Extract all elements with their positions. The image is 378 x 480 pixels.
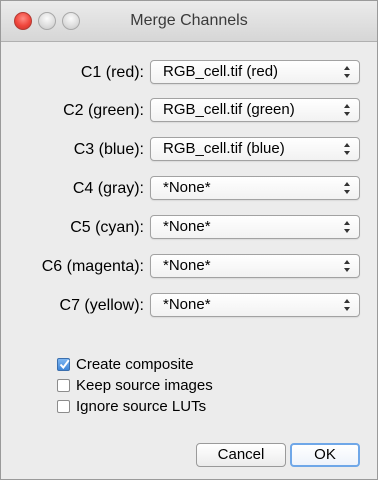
channel-select-c5[interactable]: *None* [150,215,360,239]
create-composite-checkbox[interactable] [57,358,70,371]
updown-arrows-icon [344,299,350,311]
channel-row-c6: C6 (magenta): *None* [1,254,377,280]
cancel-button[interactable]: Cancel [196,443,286,467]
ok-button[interactable]: OK [290,443,360,467]
updown-arrows-icon [344,143,350,155]
channel-label: C5 (cyan): [70,219,144,236]
select-value: RGB_cell.tif (blue) [163,140,285,157]
channel-row-c4: C4 (gray): *None* [1,176,377,202]
channel-select-c4[interactable]: *None* [150,176,360,200]
channel-label: C7 (yellow): [59,297,144,314]
channel-select-c2[interactable]: RGB_cell.tif (green) [150,98,360,122]
channel-row-c2: C2 (green): RGB_cell.tif (green) [1,98,377,124]
select-value: *None* [163,296,211,313]
updown-arrows-icon [344,104,350,116]
select-value: RGB_cell.tif (green) [163,101,295,118]
keep-source-images-checkbox[interactable] [57,379,70,392]
window-title: Merge Channels [130,12,248,29]
channel-select-c3[interactable]: RGB_cell.tif (blue) [150,137,360,161]
checkbox-label: Keep source images [76,377,213,394]
channel-select-c6[interactable]: *None* [150,254,360,278]
channel-label: C1 (red): [80,64,144,81]
select-value: RGB_cell.tif (red) [163,63,279,80]
checkmark-icon [59,359,70,370]
channel-select-c1[interactable]: RGB_cell.tif (red) [150,60,360,84]
updown-arrows-icon [344,66,350,78]
updown-arrows-icon [344,221,350,233]
channel-row-c7: C7 (yellow): *None* [1,293,377,319]
updown-arrows-icon [344,260,350,272]
ignore-source-luts-checkbox[interactable] [57,400,70,413]
channel-label: C3 (blue): [73,141,144,158]
merge-channels-dialog: Merge Channels C1 (red): RGB_cell.tif (r… [0,0,378,480]
channel-label: C6 (magenta): [41,258,144,275]
channel-label: C4 (gray): [72,180,144,197]
channel-label: C2 (green): [63,102,144,119]
updown-arrows-icon [344,182,350,194]
channel-row-c5: C5 (cyan): *None* [1,215,377,241]
title-bar[interactable]: Merge Channels [1,1,377,42]
select-value: *None* [163,218,211,235]
checkbox-label: Ignore source LUTs [76,398,207,415]
channel-row-c3: C3 (blue): RGB_cell.tif (blue) [1,137,377,163]
select-value: *None* [163,257,211,274]
checkbox-label: Create composite [76,356,194,373]
channel-row-c1: C1 (red): RGB_cell.tif (red) [1,60,377,86]
select-value: *None* [163,179,211,196]
channel-select-c7[interactable]: *None* [150,293,360,317]
